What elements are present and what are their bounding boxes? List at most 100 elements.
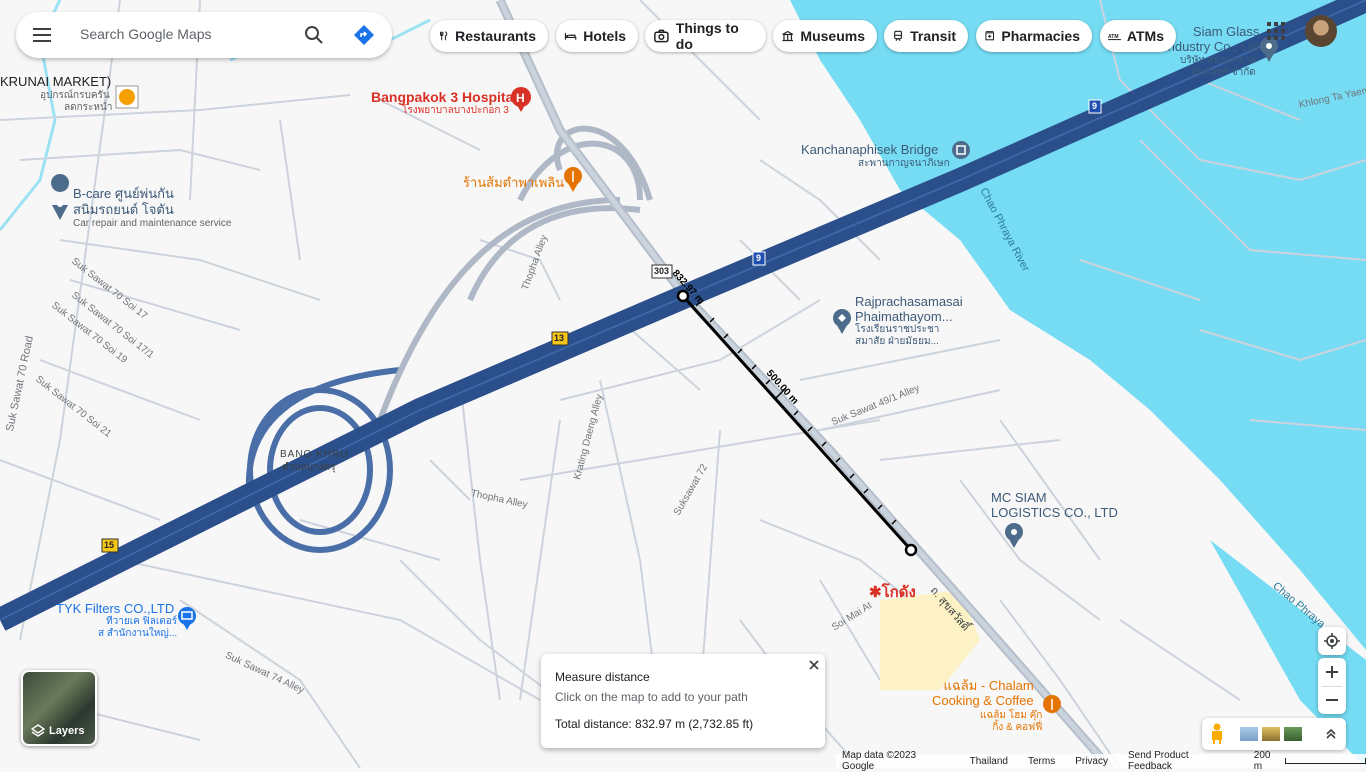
chip-label: Hotels [583, 28, 626, 44]
footer-terms-link[interactable]: Terms [1028, 756, 1055, 767]
siam-glass-th-line1: บริษัท สยามกลาส [1180, 55, 1256, 66]
camera-icon [654, 29, 669, 43]
school-th-line2: สมาสัย ฝ่ายมัธยม... [855, 336, 939, 347]
bcare-line2: สนิมรถยนต์ โจตัน [73, 202, 174, 217]
menu-icon[interactable] [30, 23, 54, 47]
shield-text-9b: 9 [756, 253, 762, 263]
map-canvas[interactable]: H [0, 0, 1366, 768]
chip-transit[interactable]: Transit [884, 20, 968, 52]
place-chalam-th: แฉล้ม โฮม คุ๊ก กิ้ง & คอฟฟี่ [980, 710, 1042, 734]
school-th-line1: โรงเรียนราชประชา [855, 324, 940, 335]
layers-icon [31, 724, 45, 737]
place-chalam[interactable]: แฉล้ม - Chalam Cooking & Coffee [932, 678, 1034, 708]
mcsiam-line2: LOGISTICS CO., LTD [991, 505, 1118, 520]
zoom-in-icon[interactable] [1325, 665, 1339, 679]
layers-button[interactable]: Layers [21, 670, 97, 746]
search-box[interactable]: Search Google Maps [16, 12, 392, 58]
zoom-out-icon[interactable] [1325, 693, 1339, 707]
shield-text-13: 13 [554, 333, 565, 343]
chip-pharmacies[interactable]: Pharmacies [976, 20, 1092, 52]
directions-icon[interactable] [352, 23, 376, 47]
fork-knife-icon [439, 31, 448, 41]
place-bridge-th: สะพานกาญจนาภิเษก [858, 158, 950, 169]
krunai-th-line1: อุปกรณ์กรบครัน [40, 90, 110, 101]
imagery-thumb-2[interactable] [1262, 727, 1280, 741]
atm-icon: ATM [1108, 34, 1121, 40]
place-tyk[interactable]: TYK Filters CO.,LTD [56, 601, 174, 616]
zoom-divider [1322, 686, 1342, 687]
bcare-line1: B-care ศูนย์พ่นกัน [73, 186, 174, 201]
district-bangkhru: BANG KHRU [280, 449, 349, 460]
imagery-thumb-3[interactable] [1284, 727, 1302, 741]
layers-label: Layers [49, 725, 85, 737]
place-school[interactable]: Rajprachasamasai Phaimathayom... [855, 294, 963, 324]
chalam-th-line2: กิ้ง & คอฟฟี่ [992, 722, 1043, 733]
district-bangkhru-th: ตำบลบางครุ [282, 462, 336, 473]
school-line1: Rajprachasamasai [855, 294, 963, 309]
mcsiam-line1: MC SIAM [991, 490, 1047, 505]
scale-label: 200 m [1253, 750, 1271, 772]
siam-glass-line2: Industry Co., Ltd [1164, 39, 1260, 54]
bed-icon [564, 33, 577, 40]
avatar[interactable] [1305, 15, 1337, 47]
shield-text-303: 303 [654, 266, 670, 276]
scale-line [1285, 758, 1366, 764]
imagery-thumb-1[interactable] [1240, 727, 1258, 741]
krunai-th-line2: ลดกระหน่ำ [64, 102, 113, 113]
pegman-icon[interactable] [1210, 723, 1224, 745]
chip-hotels[interactable]: Hotels [556, 20, 638, 52]
my-location-icon [1324, 633, 1340, 649]
chip-restaurants[interactable]: Restaurants [430, 20, 548, 52]
footer-country[interactable]: Thailand [970, 756, 1008, 767]
measure-distance-panel: Measure distance Click on the map to add… [541, 654, 825, 748]
svg-text:H: H [516, 91, 525, 105]
siam-glass-line1: Siam Glass [1192, 24, 1260, 39]
chip-label: Pharmacies [1001, 28, 1080, 44]
chip-things-to-do[interactable]: Things to do [645, 20, 766, 52]
apps-grid-icon[interactable] [1266, 21, 1286, 41]
siam-glass-th-line2: อินดัสทรี จำกัด [1191, 67, 1256, 78]
chip-label: Restaurants [455, 28, 536, 44]
search-icon[interactable] [302, 23, 326, 47]
shield-text-15: 15 [104, 540, 115, 550]
place-restaurant-th[interactable]: ร้านส้มตำพาเพลิน [463, 172, 564, 193]
place-krunai[interactable]: KRUNAI MARKET) [0, 74, 111, 89]
chalam-line2: Cooking & Coffee [932, 693, 1034, 708]
train-icon [894, 30, 902, 42]
map-data-attribution: Map data ©2023 Google [842, 750, 917, 772]
measure-hint: Click on the map to add to your path [555, 690, 748, 704]
chalam-line1: แฉล้ม - Chalam [943, 678, 1034, 693]
chip-museums[interactable]: Museums [773, 20, 877, 52]
place-siam-glass[interactable]: Siam Glass Industry Co., Ltd [1164, 24, 1259, 54]
map-footer: Map data ©2023 Google Thailand Terms Pri… [836, 750, 1366, 772]
bcare-pin [51, 174, 70, 192]
footer-feedback-link[interactable]: Send Product Feedback [1128, 750, 1234, 772]
place-siam-glass-th: บริษัท สยามกลาส อินดัสทรี จำกัด [1180, 55, 1256, 79]
chip-label: Museums [800, 28, 865, 44]
chip-atms[interactable]: ATM ATMs [1100, 20, 1176, 52]
shield-text-9a: 9 [1092, 101, 1098, 111]
place-khodang[interactable]: ✱โกดัง [869, 580, 916, 604]
chalam-th-line1: แฉล้ม โฮม คุ๊ก [980, 710, 1043, 721]
close-icon[interactable] [808, 659, 820, 671]
measure-title: Measure distance [555, 670, 650, 684]
place-mcsiam[interactable]: MC SIAM LOGISTICS CO., LTD [991, 490, 1118, 520]
place-bcare-sub: Car repair and maintenance service [73, 218, 232, 229]
scale-bar[interactable]: 200 m [1254, 750, 1366, 772]
place-krunai-th: อุปกรณ์กรบครัน ลดกระหน่ำ [40, 90, 112, 114]
my-location-button[interactable] [1318, 627, 1346, 655]
chip-label: ATMs [1126, 28, 1164, 44]
place-bcare[interactable]: B-care ศูนย์พ่นกัน สนิมรถยนต์ โจตัน [73, 186, 174, 218]
tyk-th-line1: ทีวายเค ฟิลเตอร์ [106, 616, 178, 627]
place-bridge[interactable]: Kanchanaphisek Bridge [801, 142, 938, 157]
place-tyk-th: ทีวายเค ฟิลเตอร์ ส สำนักงานใหญ่... [98, 616, 177, 640]
place-hospital-th: โรงพยาบาลบางปะกอก 3 [402, 105, 509, 116]
footer-privacy-link[interactable]: Privacy [1075, 756, 1108, 767]
tyk-th-line2: ส สำนักงานใหญ่... [98, 628, 178, 639]
pharmacy-icon [985, 31, 994, 41]
bottom-controls [1202, 718, 1346, 750]
search-input[interactable]: Search Google Maps [80, 26, 212, 42]
school-line2: Phaimathayom... [855, 309, 953, 324]
chevron-up-icon[interactable] [1324, 727, 1338, 741]
place-school-th: โรงเรียนราชประชา สมาสัย ฝ่ายมัธยม... [855, 324, 939, 348]
